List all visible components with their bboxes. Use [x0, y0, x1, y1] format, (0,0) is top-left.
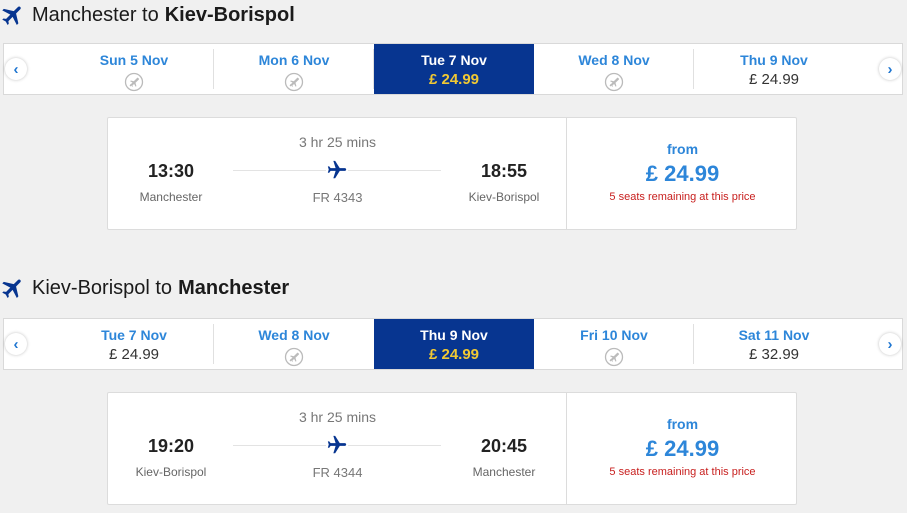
- return-heading: Kiev-Borispol to Manchester: [0, 273, 289, 303]
- flight-details: 3 hr 25 mins 13:30 Manchester 18:55 Kiev…: [108, 118, 567, 229]
- return-date-0[interactable]: Tue 7 Nov £ 24.99: [54, 319, 214, 369]
- no-flights-icon: [284, 347, 304, 367]
- return-date-3[interactable]: Fri 10 Nov: [534, 319, 694, 369]
- fare-select[interactable]: from £ 24.99 5 seats remaining at this p…: [568, 118, 797, 229]
- arrive-time: 20:45: [480, 436, 528, 456]
- return-title-to: Manchester: [178, 276, 290, 299]
- outbound-date-2[interactable]: Tue 7 Nov £ 24.99: [374, 44, 534, 94]
- date-price: £ 24.99: [428, 346, 480, 363]
- seats-remaining: 5 seats remaining at this price: [609, 191, 756, 203]
- return-title-from: Kiev-Borispol to: [32, 276, 173, 299]
- arrive-time: 18:55: [480, 161, 528, 181]
- fare-price: £ 24.99: [645, 436, 720, 461]
- flight-duration: 3 hr 25 mins: [298, 409, 377, 425]
- fare-select[interactable]: from £ 24.99 5 seats remaining at this p…: [568, 393, 797, 504]
- plane-icon: [326, 159, 348, 181]
- date-price: £ 24.99: [108, 346, 160, 363]
- fare-price: £ 24.99: [645, 161, 720, 186]
- no-flights-icon: [284, 72, 304, 92]
- no-flights-icon: [604, 72, 624, 92]
- flight-number: FR 4343: [312, 190, 363, 205]
- date-label: Fri 10 Nov: [580, 327, 648, 343]
- flight-duration: 3 hr 25 mins: [298, 134, 377, 150]
- depart-time: 13:30: [147, 161, 195, 181]
- outbound-flight-card[interactable]: 3 hr 25 mins 13:30 Manchester 18:55 Kiev…: [107, 117, 797, 230]
- date-price: £ 32.99: [748, 346, 800, 363]
- plane-icon: [0, 2, 26, 28]
- outbound-date-0[interactable]: Sun 5 Nov: [54, 44, 214, 94]
- return-flight-card[interactable]: 3 hr 25 mins 19:20 Kiev-Borispol 20:45 M…: [107, 392, 797, 505]
- date-label: Mon 6 Nov: [258, 52, 330, 68]
- date-label: Thu 9 Nov: [420, 327, 488, 343]
- plane-icon: [326, 434, 348, 456]
- return-date-4[interactable]: Sat 11 Nov £ 32.99: [694, 319, 854, 369]
- from-label: from: [666, 141, 699, 157]
- no-flights-icon: [604, 347, 624, 367]
- date-label: Sat 11 Nov: [738, 327, 810, 343]
- flight-details: 3 hr 25 mins 19:20 Kiev-Borispol 20:45 M…: [108, 393, 567, 504]
- date-label: Thu 9 Nov: [740, 52, 808, 68]
- from-label: from: [666, 416, 699, 432]
- chevron-left-icon[interactable]: ‹: [5, 333, 27, 355]
- outbound-heading: Manchester to Kiev-Borispol: [0, 0, 295, 30]
- no-flights-icon: [124, 72, 144, 92]
- return-date-selector: ‹ Tue 7 Nov £ 24.99 Wed 8 Nov Thu 9 Nov …: [3, 318, 903, 370]
- date-label: Wed 8 Nov: [258, 327, 330, 343]
- date-label: Wed 8 Nov: [578, 52, 650, 68]
- plane-icon: [0, 275, 26, 301]
- date-label: Tue 7 Nov: [421, 52, 487, 68]
- date-label: Sun 5 Nov: [99, 52, 169, 68]
- date-label: Tue 7 Nov: [101, 327, 167, 343]
- chevron-right-icon[interactable]: ›: [879, 333, 901, 355]
- outbound-title-from: Manchester to: [32, 3, 159, 26]
- seats-remaining: 5 seats remaining at this price: [609, 466, 756, 478]
- chevron-right-icon[interactable]: ›: [879, 58, 901, 80]
- outbound-title-to: Kiev-Borispol: [164, 3, 295, 26]
- chevron-left-icon[interactable]: ‹: [5, 58, 27, 80]
- outbound-date-4[interactable]: Thu 9 Nov £ 24.99: [694, 44, 854, 94]
- outbound-date-1[interactable]: Mon 6 Nov: [214, 44, 374, 94]
- outbound-date-selector: ‹ Sun 5 Nov Mon 6 Nov Tue 7 Nov £ 24.99 …: [3, 43, 903, 95]
- return-date-1[interactable]: Wed 8 Nov: [214, 319, 374, 369]
- return-date-2[interactable]: Thu 9 Nov £ 24.99: [374, 319, 534, 369]
- outbound-date-3[interactable]: Wed 8 Nov: [534, 44, 694, 94]
- date-price: £ 24.99: [748, 71, 800, 88]
- depart-time: 19:20: [147, 436, 195, 456]
- flight-number: FR 4344: [312, 465, 363, 480]
- date-price: £ 24.99: [428, 71, 480, 88]
